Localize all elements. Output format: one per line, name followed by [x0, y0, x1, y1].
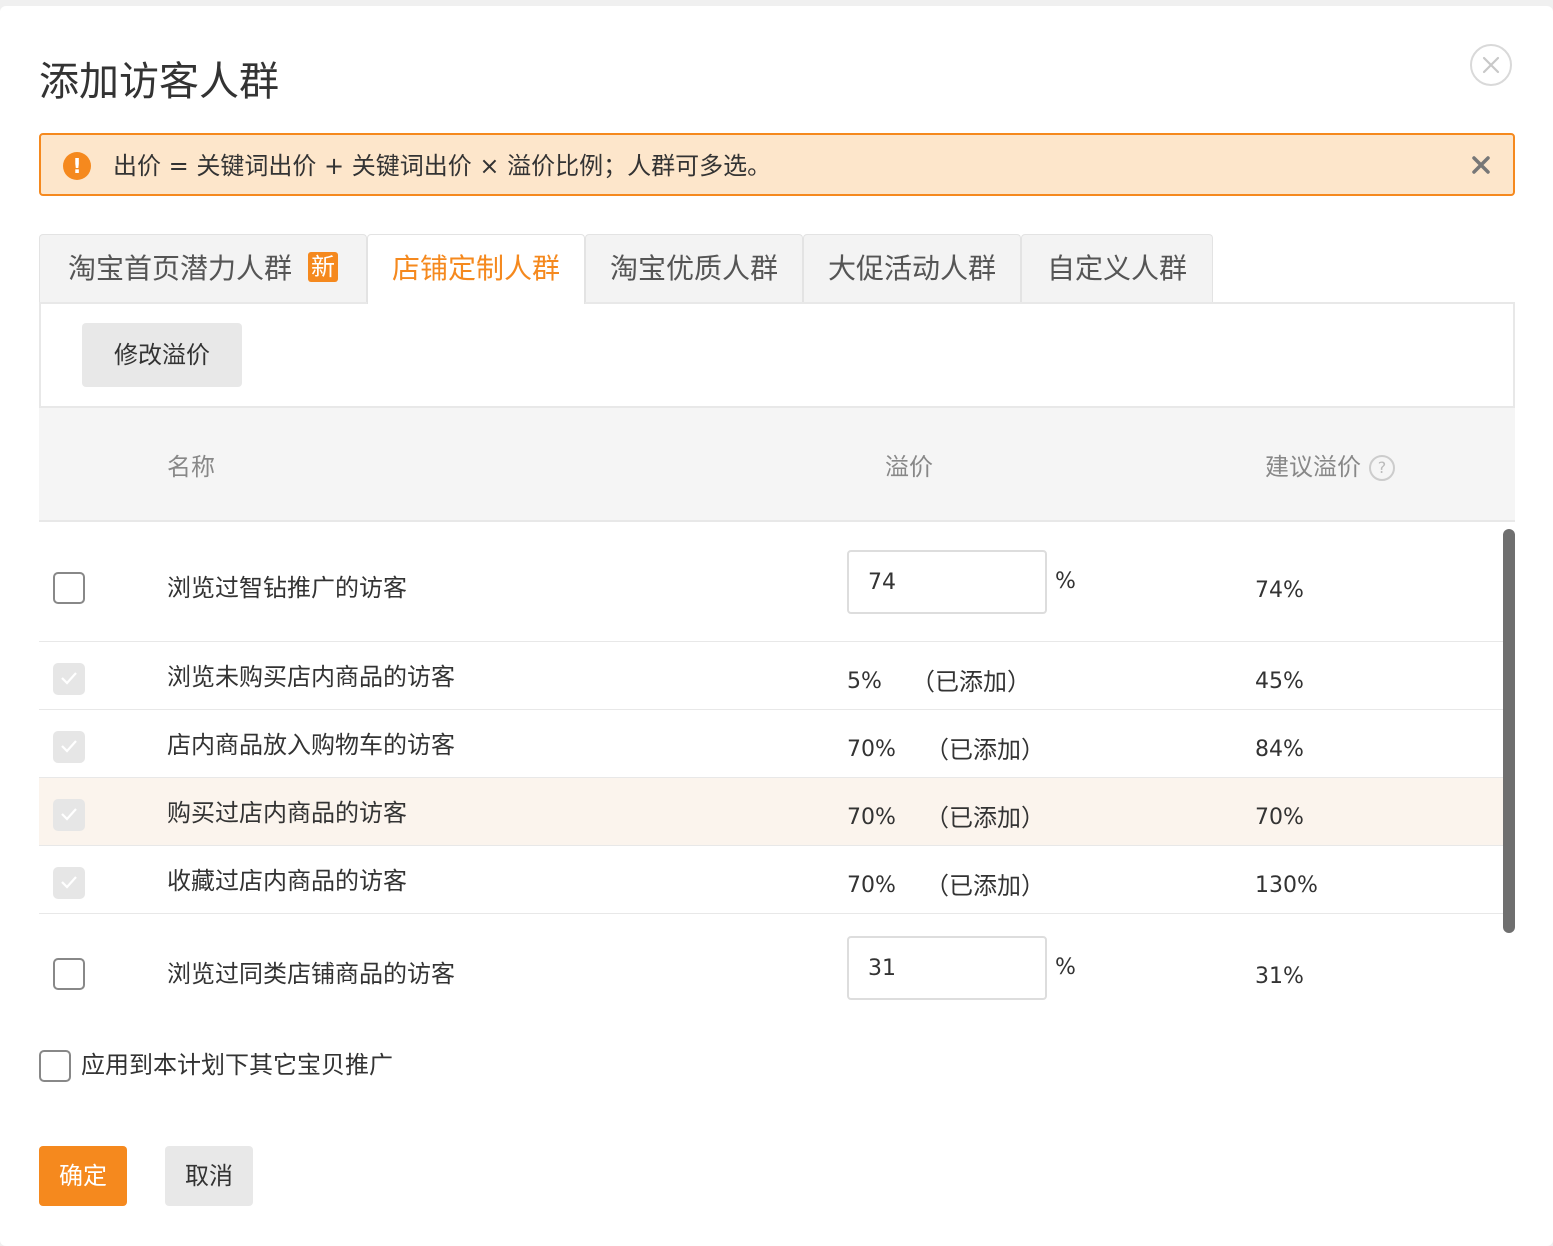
row-added-status: （已添加） — [911, 668, 1031, 696]
percent-sign: % — [1055, 569, 1076, 594]
header-suggested-label: 建议溢价 — [1265, 453, 1361, 481]
row-name: 浏览未购买店内商品的访客 — [167, 663, 455, 691]
apply-other-checkbox[interactable] — [39, 1050, 71, 1082]
row-added-status: （已添加） — [925, 804, 1045, 832]
header-premium: 溢价 — [885, 453, 933, 481]
table-row: 店内商品放入购物车的访客 70% （已添加） 84% — [39, 710, 1503, 778]
table-row: 浏览过智钻推广的访客 % 74% — [39, 522, 1503, 642]
dialog-title: 添加访客人群 — [39, 59, 279, 105]
table-row: 浏览未购买店内商品的访客 5% （已添加） 45% — [39, 642, 1503, 710]
tab-promotion-event[interactable]: 大促活动人群 — [803, 234, 1021, 302]
alert-text: 出价 = 关键词出价 + 关键词出价 × 溢价比例；人群可多选。 — [113, 152, 772, 180]
apply-other-label[interactable]: 应用到本计划下其它宝贝推广 — [81, 1050, 393, 1080]
header-name: 名称 — [167, 453, 215, 481]
row-checkbox-disabled — [53, 663, 85, 695]
close-circle-icon[interactable] — [1470, 44, 1512, 86]
table-row: 收藏过店内商品的访客 70% （已添加） 130% — [39, 846, 1503, 914]
tab-label: 淘宝优质人群 — [609, 252, 778, 285]
cancel-button[interactable]: 取消 — [165, 1146, 253, 1206]
row-suggested: 84% — [1255, 737, 1304, 762]
exclamation-icon: ! — [63, 152, 91, 180]
row-suggested: 70% — [1255, 805, 1304, 830]
row-name: 浏览过同类店铺商品的访客 — [167, 960, 455, 988]
premium-input[interactable] — [847, 550, 1047, 614]
tab-label: 淘宝首页潜力人群 — [67, 252, 292, 285]
row-checkbox-disabled — [53, 867, 85, 899]
table-row: 浏览过同类店铺商品的访客 % 31% — [39, 914, 1503, 1034]
row-checkbox-disabled — [53, 731, 85, 763]
row-suggested: 31% — [1255, 964, 1304, 989]
tab-taobao-home-potential[interactable]: 淘宝首页潜力人群新 — [39, 234, 367, 302]
modify-premium-button[interactable]: 修改溢价 — [82, 323, 242, 387]
row-suggested: 74% — [1255, 578, 1304, 603]
tab-label: 自定义人群 — [1046, 252, 1187, 285]
new-badge: 新 — [308, 252, 338, 282]
close-icon[interactable] — [1467, 151, 1495, 179]
tab-shop-custom[interactable]: 店铺定制人群 — [367, 234, 585, 304]
tab-panel: 修改溢价 — [39, 302, 1515, 408]
tab-custom-defined[interactable]: 自定义人群 — [1021, 234, 1213, 302]
row-premium: 70% — [847, 805, 896, 830]
row-premium: 5% — [847, 669, 882, 694]
header-suggested: 建议溢价? — [1265, 452, 1395, 482]
table-header: 名称 溢价 建议溢价? — [39, 408, 1515, 522]
premium-input[interactable] — [847, 936, 1047, 1000]
row-added-status: （已添加） — [925, 736, 1045, 764]
percent-sign: % — [1055, 955, 1076, 980]
table-row: 购买过店内商品的访客 70% （已添加） 70% — [39, 778, 1503, 846]
confirm-button[interactable]: 确定 — [39, 1146, 127, 1206]
row-premium: 70% — [847, 873, 896, 898]
row-name: 收藏过店内商品的访客 — [167, 867, 407, 895]
row-checkbox[interactable] — [53, 572, 85, 604]
row-name: 浏览过智钻推广的访客 — [167, 574, 407, 602]
row-suggested: 130% — [1255, 873, 1318, 898]
tab-label: 店铺定制人群 — [391, 252, 560, 285]
row-checkbox[interactable] — [53, 958, 85, 990]
row-premium: 70% — [847, 737, 896, 762]
row-name: 购买过店内商品的访客 — [167, 799, 407, 827]
question-icon[interactable]: ? — [1369, 455, 1395, 481]
tab-label: 大促活动人群 — [827, 252, 996, 285]
tab-taobao-quality[interactable]: 淘宝优质人群 — [585, 234, 803, 302]
row-checkbox-disabled — [53, 799, 85, 831]
row-added-status: （已添加） — [925, 872, 1045, 900]
info-alert: ! 出价 = 关键词出价 + 关键词出价 × 溢价比例；人群可多选。 — [39, 133, 1515, 196]
table-scrollbar[interactable] — [1503, 529, 1515, 933]
row-suggested: 45% — [1255, 669, 1304, 694]
row-name: 店内商品放入购物车的访客 — [167, 731, 455, 759]
